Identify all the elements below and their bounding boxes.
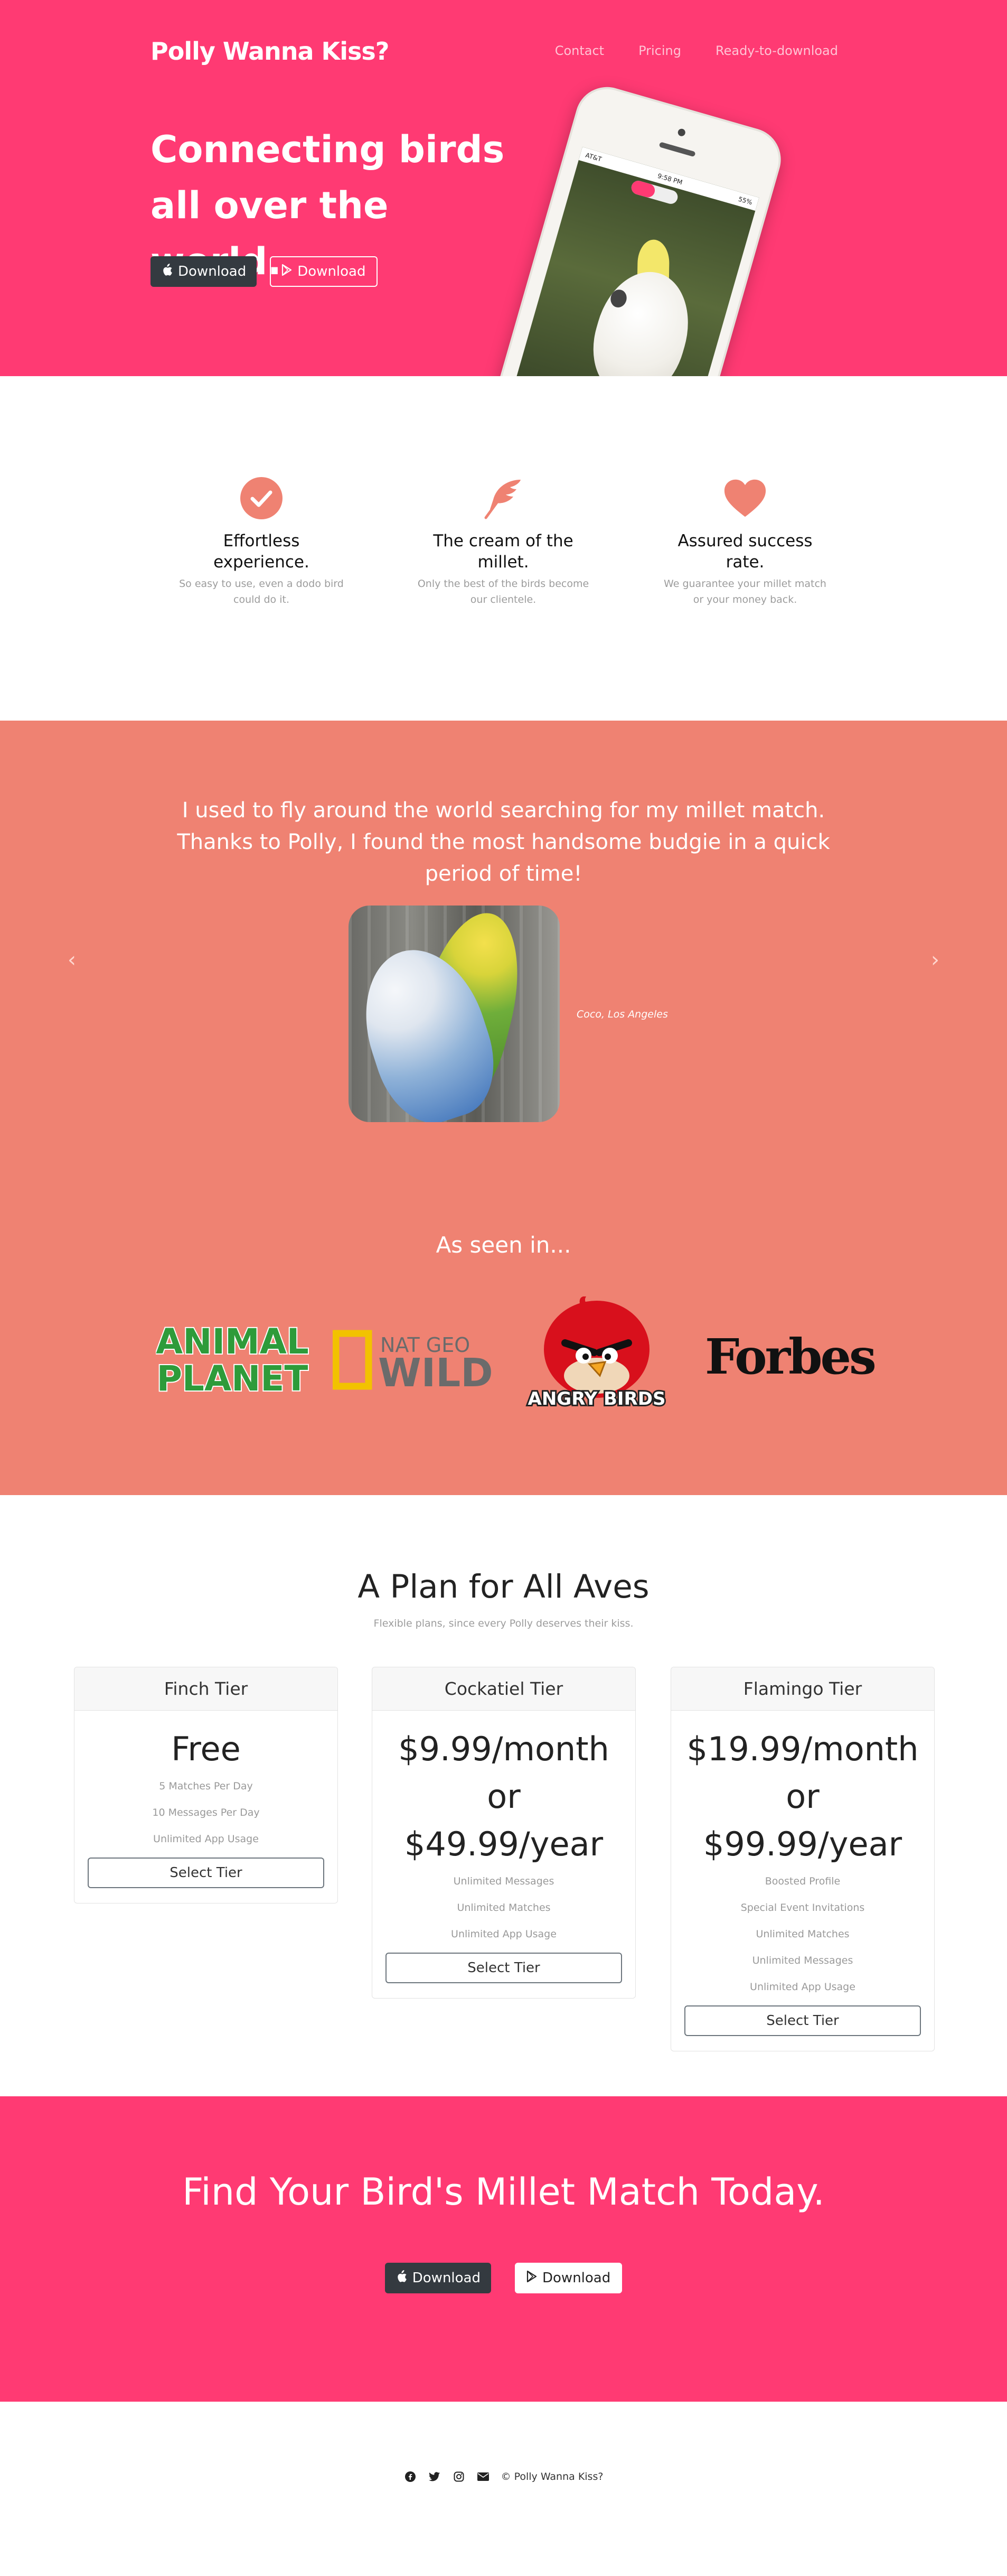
tier-feature: Unlimited Messages <box>752 1955 853 1966</box>
cta-section: Find Your Bird's Millet Match Today. Dow… <box>0 2096 1007 2402</box>
select-cockatiel-tier-button[interactable]: Select Tier <box>385 1953 622 1983</box>
testimonial-quote: I used to fly around the world searching… <box>177 798 830 886</box>
as-seen-in-title: As seen in... <box>436 1232 571 1258</box>
google-play-download-button[interactable]: Download <box>270 256 378 287</box>
tier-feature: Unlimited Matches <box>457 1902 551 1914</box>
cta-download-buttons: Download Download <box>0 2263 1007 2293</box>
features-section: Effortless experience. So easy to use, e… <box>0 376 1007 721</box>
tier-feature: Boosted Profile <box>765 1875 841 1887</box>
tier-feature: Unlimited Messages <box>453 1875 554 1887</box>
nat-geo-line2: WILD <box>378 1350 491 1392</box>
feature-cream: The cream of the millet. Only the best o… <box>416 477 590 608</box>
tier-price-yearly: or $49.99/year <box>404 1777 604 1863</box>
tier-price: $19.99/month <box>686 1730 919 1768</box>
cta-apple-download-button[interactable]: Download <box>384 2263 491 2293</box>
animal-planet-line2: PLANET <box>157 1358 308 1397</box>
google-play-icon <box>526 2270 537 2286</box>
tier-name: Cockatiel Tier <box>372 1667 635 1711</box>
pricing-card-cockatiel: Cockatiel Tier $9.99/month or $49.99/yea… <box>372 1667 636 1999</box>
phone-battery: 55% <box>737 195 754 207</box>
pricing-card-flamingo: Flamingo Tier $19.99/month or $99.99/yea… <box>671 1667 935 2051</box>
pricing-subtitle: Flexible plans, since every Polly deserv… <box>373 1618 634 1629</box>
cta-apple-download-label: Download <box>412 2270 481 2286</box>
apple-download-button[interactable]: Download <box>150 256 257 287</box>
feature-text: We guarantee your millet match or your m… <box>664 578 826 605</box>
tier-name: Finch Tier <box>74 1667 337 1711</box>
tier-feature: 10 Messages Per Day <box>152 1807 260 1818</box>
google-play-icon <box>281 264 292 279</box>
check-circle-icon <box>240 477 283 520</box>
phone-screen: AT&T 9:58 PM 55% <box>501 147 759 376</box>
top-nav: Contact Pricing Ready-to-download <box>555 43 838 58</box>
feature-success: Assured success rate. We guarantee your … <box>658 477 832 608</box>
tier-feature: Special Event Invitations <box>740 1902 865 1914</box>
press-logos: ANIMAL PLANET NAT GEO WILD ANGRY BIRDS F… <box>155 1296 877 1413</box>
twitter-icon[interactable] <box>428 2470 441 2483</box>
hero-download-buttons: Download Download <box>150 256 378 287</box>
budgie-photo <box>349 906 560 1122</box>
instagram-icon[interactable] <box>453 2470 465 2483</box>
tier-feature: Unlimited App Usage <box>153 1833 259 1845</box>
cockatoo-image <box>580 260 702 376</box>
tier-feature: 5 Matches Per Day <box>159 1780 253 1792</box>
nav-download-link[interactable]: Ready-to-download <box>716 43 838 58</box>
feature-title: Effortless experience. <box>213 531 309 572</box>
brand-logo[interactable]: Polly Wanna Kiss? <box>150 37 389 66</box>
pricing-section: A Plan for All Aves Flexible plans, sinc… <box>0 1495 1007 2096</box>
apple-icon <box>161 263 173 280</box>
pricing-card-finch: Finch Tier Free 5 Matches Per Day 10 Mes… <box>74 1667 338 1903</box>
carousel-next-icon[interactable]: › <box>931 948 939 972</box>
apple-icon <box>396 2270 407 2286</box>
animal-planet-line1: ANIMAL <box>156 1321 309 1362</box>
phone-toggle-active <box>629 179 657 199</box>
cta-google-play-download-label: Download <box>542 2270 611 2286</box>
feature-title: The cream of the millet. <box>433 531 573 572</box>
tier-price: Free <box>171 1730 241 1768</box>
facebook-icon[interactable] <box>404 2470 417 2483</box>
pricing-title: A Plan for All Aves <box>357 1568 650 1606</box>
nav-pricing-link[interactable]: Pricing <box>638 43 681 58</box>
testimonial-caption: Coco, Los Angeles <box>577 1009 668 1020</box>
nat-geo-wild-logo: NAT GEO WILD <box>332 1328 493 1396</box>
select-finch-tier-button[interactable]: Select Tier <box>88 1858 324 1888</box>
feature-text: Only the best of the birds become our cl… <box>417 578 589 605</box>
apple-download-label: Download <box>178 264 247 279</box>
tier-feature: Unlimited Matches <box>756 1928 850 1940</box>
angry-birds-logo: ANGRY BIRDS <box>517 1296 671 1413</box>
testimonial-section: I used to fly around the world searching… <box>0 721 1007 1495</box>
feature-text: So easy to use, even a dodo bird could d… <box>179 578 344 605</box>
carousel-prev-icon[interactable]: ‹ <box>68 948 76 972</box>
animal-planet-logo: ANIMAL PLANET <box>155 1318 310 1400</box>
forbes-logo: Forbes <box>705 1328 877 1385</box>
phone-time: 9:58 PM <box>656 172 684 186</box>
feature-effortless: Effortless experience. So easy to use, e… <box>174 477 349 608</box>
google-play-download-label: Download <box>297 264 366 279</box>
feature-title: Assured success rate. <box>677 531 813 572</box>
nav-contact-link[interactable]: Contact <box>555 43 604 58</box>
hero-section: Polly Wanna Kiss? Contact Pricing Ready-… <box>0 0 1007 376</box>
footer-row: © Polly Wanna Kiss? <box>0 2470 1007 2483</box>
angry-birds-text: ANGRY BIRDS <box>528 1388 666 1410</box>
phone-camera <box>677 128 686 137</box>
select-flamingo-tier-button[interactable]: Select Tier <box>684 2005 921 2036</box>
cta-google-play-download-button[interactable]: Download <box>515 2263 623 2293</box>
footer: © Polly Wanna Kiss? <box>0 2402 1007 2576</box>
email-icon[interactable] <box>477 2470 490 2483</box>
tier-feature: Unlimited App Usage <box>451 1928 557 1940</box>
phone-carrier: AT&T <box>585 151 603 163</box>
feather-icon <box>482 477 525 520</box>
tier-name: Flamingo Tier <box>671 1667 934 1711</box>
footer-copyright: © Polly Wanna Kiss? <box>501 2471 604 2482</box>
tier-feature: Unlimited App Usage <box>750 1981 855 1993</box>
tier-price-yearly: or $99.99/year <box>703 1777 902 1863</box>
tier-price: $9.99/month <box>398 1730 609 1768</box>
heart-icon <box>723 477 767 520</box>
phone-speaker <box>658 142 696 157</box>
cta-title: Find Your Bird's Millet Match Today. <box>182 2170 825 2214</box>
